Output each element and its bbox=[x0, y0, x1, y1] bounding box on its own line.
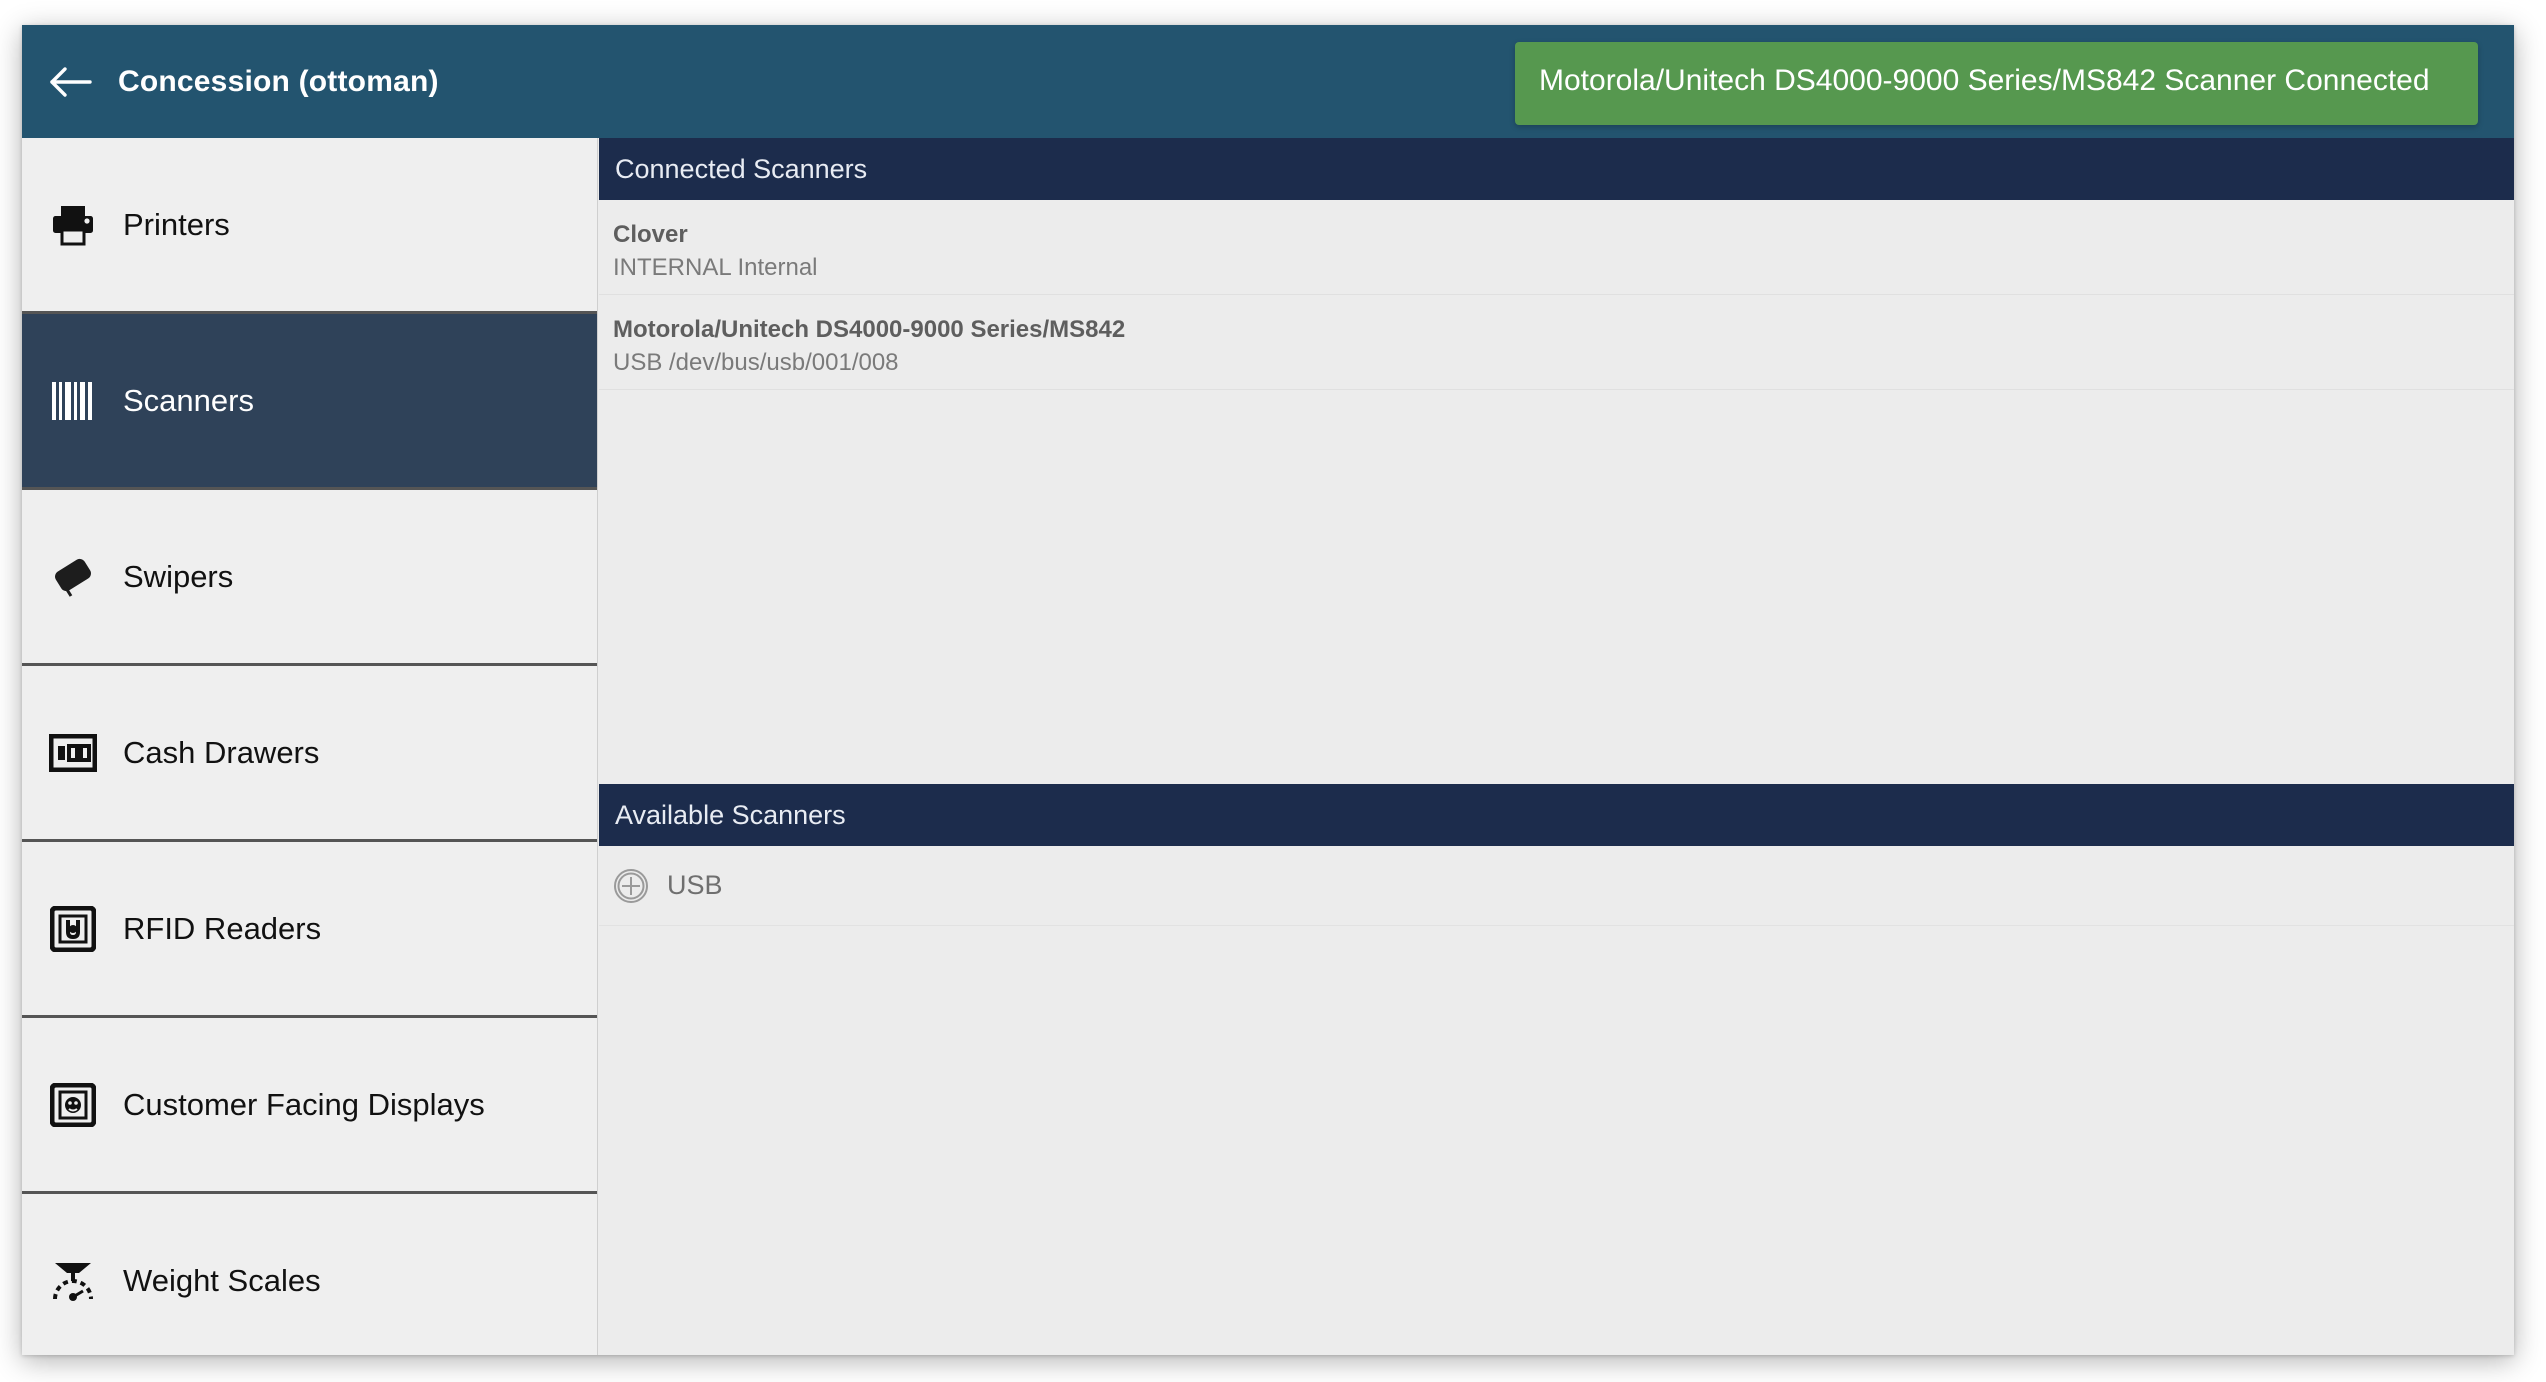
card-swiper-icon bbox=[45, 549, 101, 605]
barcode-scanner-icon bbox=[45, 373, 101, 429]
page-title: Concession (ottoman) bbox=[118, 64, 439, 98]
circle-plus-icon bbox=[613, 868, 649, 904]
table-row[interactable]: Clover INTERNAL Internal bbox=[599, 200, 2514, 295]
sidebar-item-rfid-readers[interactable]: RFID Readers bbox=[22, 842, 597, 1018]
toast-message: Motorola/Unitech DS4000-9000 Series/MS84… bbox=[1539, 64, 2430, 97]
device-name: Motorola/Unitech DS4000-9000 Series/MS84… bbox=[613, 316, 1126, 343]
section-header-label: Available Scanners bbox=[615, 799, 846, 830]
sidebar-item-label: Customer Facing Displays bbox=[123, 1086, 485, 1122]
sidebar: Printers Scanners Swipers Cash Drawers R… bbox=[22, 138, 598, 1355]
sidebar-item-customer-facing-displays[interactable]: Customer Facing Displays bbox=[22, 1018, 597, 1194]
device-detail: USB /dev/bus/usb/001/008 bbox=[613, 349, 899, 376]
list-item[interactable]: USB bbox=[599, 846, 2514, 926]
sidebar-item-swipers[interactable]: Swipers bbox=[22, 490, 597, 666]
sidebar-item-weight-scales[interactable]: Weight Scales bbox=[22, 1194, 597, 1355]
rfid-reader-icon bbox=[45, 901, 101, 957]
sidebar-item-scanners[interactable]: Scanners bbox=[22, 314, 597, 490]
sidebar-item-label: Printers bbox=[123, 206, 230, 242]
content-area: Connected Scanners Clover INTERNAL Inter… bbox=[599, 138, 2514, 1355]
connected-scanners-header: Connected Scanners bbox=[599, 138, 2514, 200]
connected-scanners-list: Clover INTERNAL Internal Motorola/Unitec… bbox=[599, 200, 2514, 390]
sidebar-item-label: RFID Readers bbox=[123, 910, 322, 946]
sidebar-item-label: Swipers bbox=[123, 558, 234, 594]
toast-notification[interactable]: Motorola/Unitech DS4000-9000 Series/MS84… bbox=[1515, 42, 2478, 125]
available-scanners-body: USB bbox=[599, 846, 2514, 1250]
sidebar-item-printers[interactable]: Printers bbox=[22, 138, 597, 314]
section-header-label: Connected Scanners bbox=[615, 153, 868, 184]
back-arrow-icon bbox=[48, 63, 92, 101]
sidebar-item-cash-drawers[interactable]: Cash Drawers bbox=[22, 666, 597, 842]
back-button[interactable] bbox=[22, 25, 118, 138]
device-name: Clover bbox=[613, 221, 688, 248]
sidebar-item-label: Weight Scales bbox=[123, 1262, 321, 1298]
cash-drawer-icon bbox=[45, 725, 101, 781]
app-window: Concession (ottoman) Printers Scanners S… bbox=[22, 25, 2514, 1355]
sidebar-item-label: Cash Drawers bbox=[123, 734, 320, 770]
printer-icon bbox=[45, 197, 101, 253]
connected-scanners-body: Clover INTERNAL Internal Motorola/Unitec… bbox=[599, 200, 2514, 784]
sidebar-item-label: Scanners bbox=[123, 382, 254, 418]
available-scanners-header: Available Scanners bbox=[599, 784, 2514, 846]
available-device-label: USB bbox=[667, 870, 723, 900]
weight-scale-icon bbox=[45, 1253, 101, 1309]
table-row[interactable]: Motorola/Unitech DS4000-9000 Series/MS84… bbox=[599, 295, 2514, 390]
device-detail: INTERNAL Internal bbox=[613, 254, 818, 281]
customer-display-icon bbox=[45, 1077, 101, 1133]
